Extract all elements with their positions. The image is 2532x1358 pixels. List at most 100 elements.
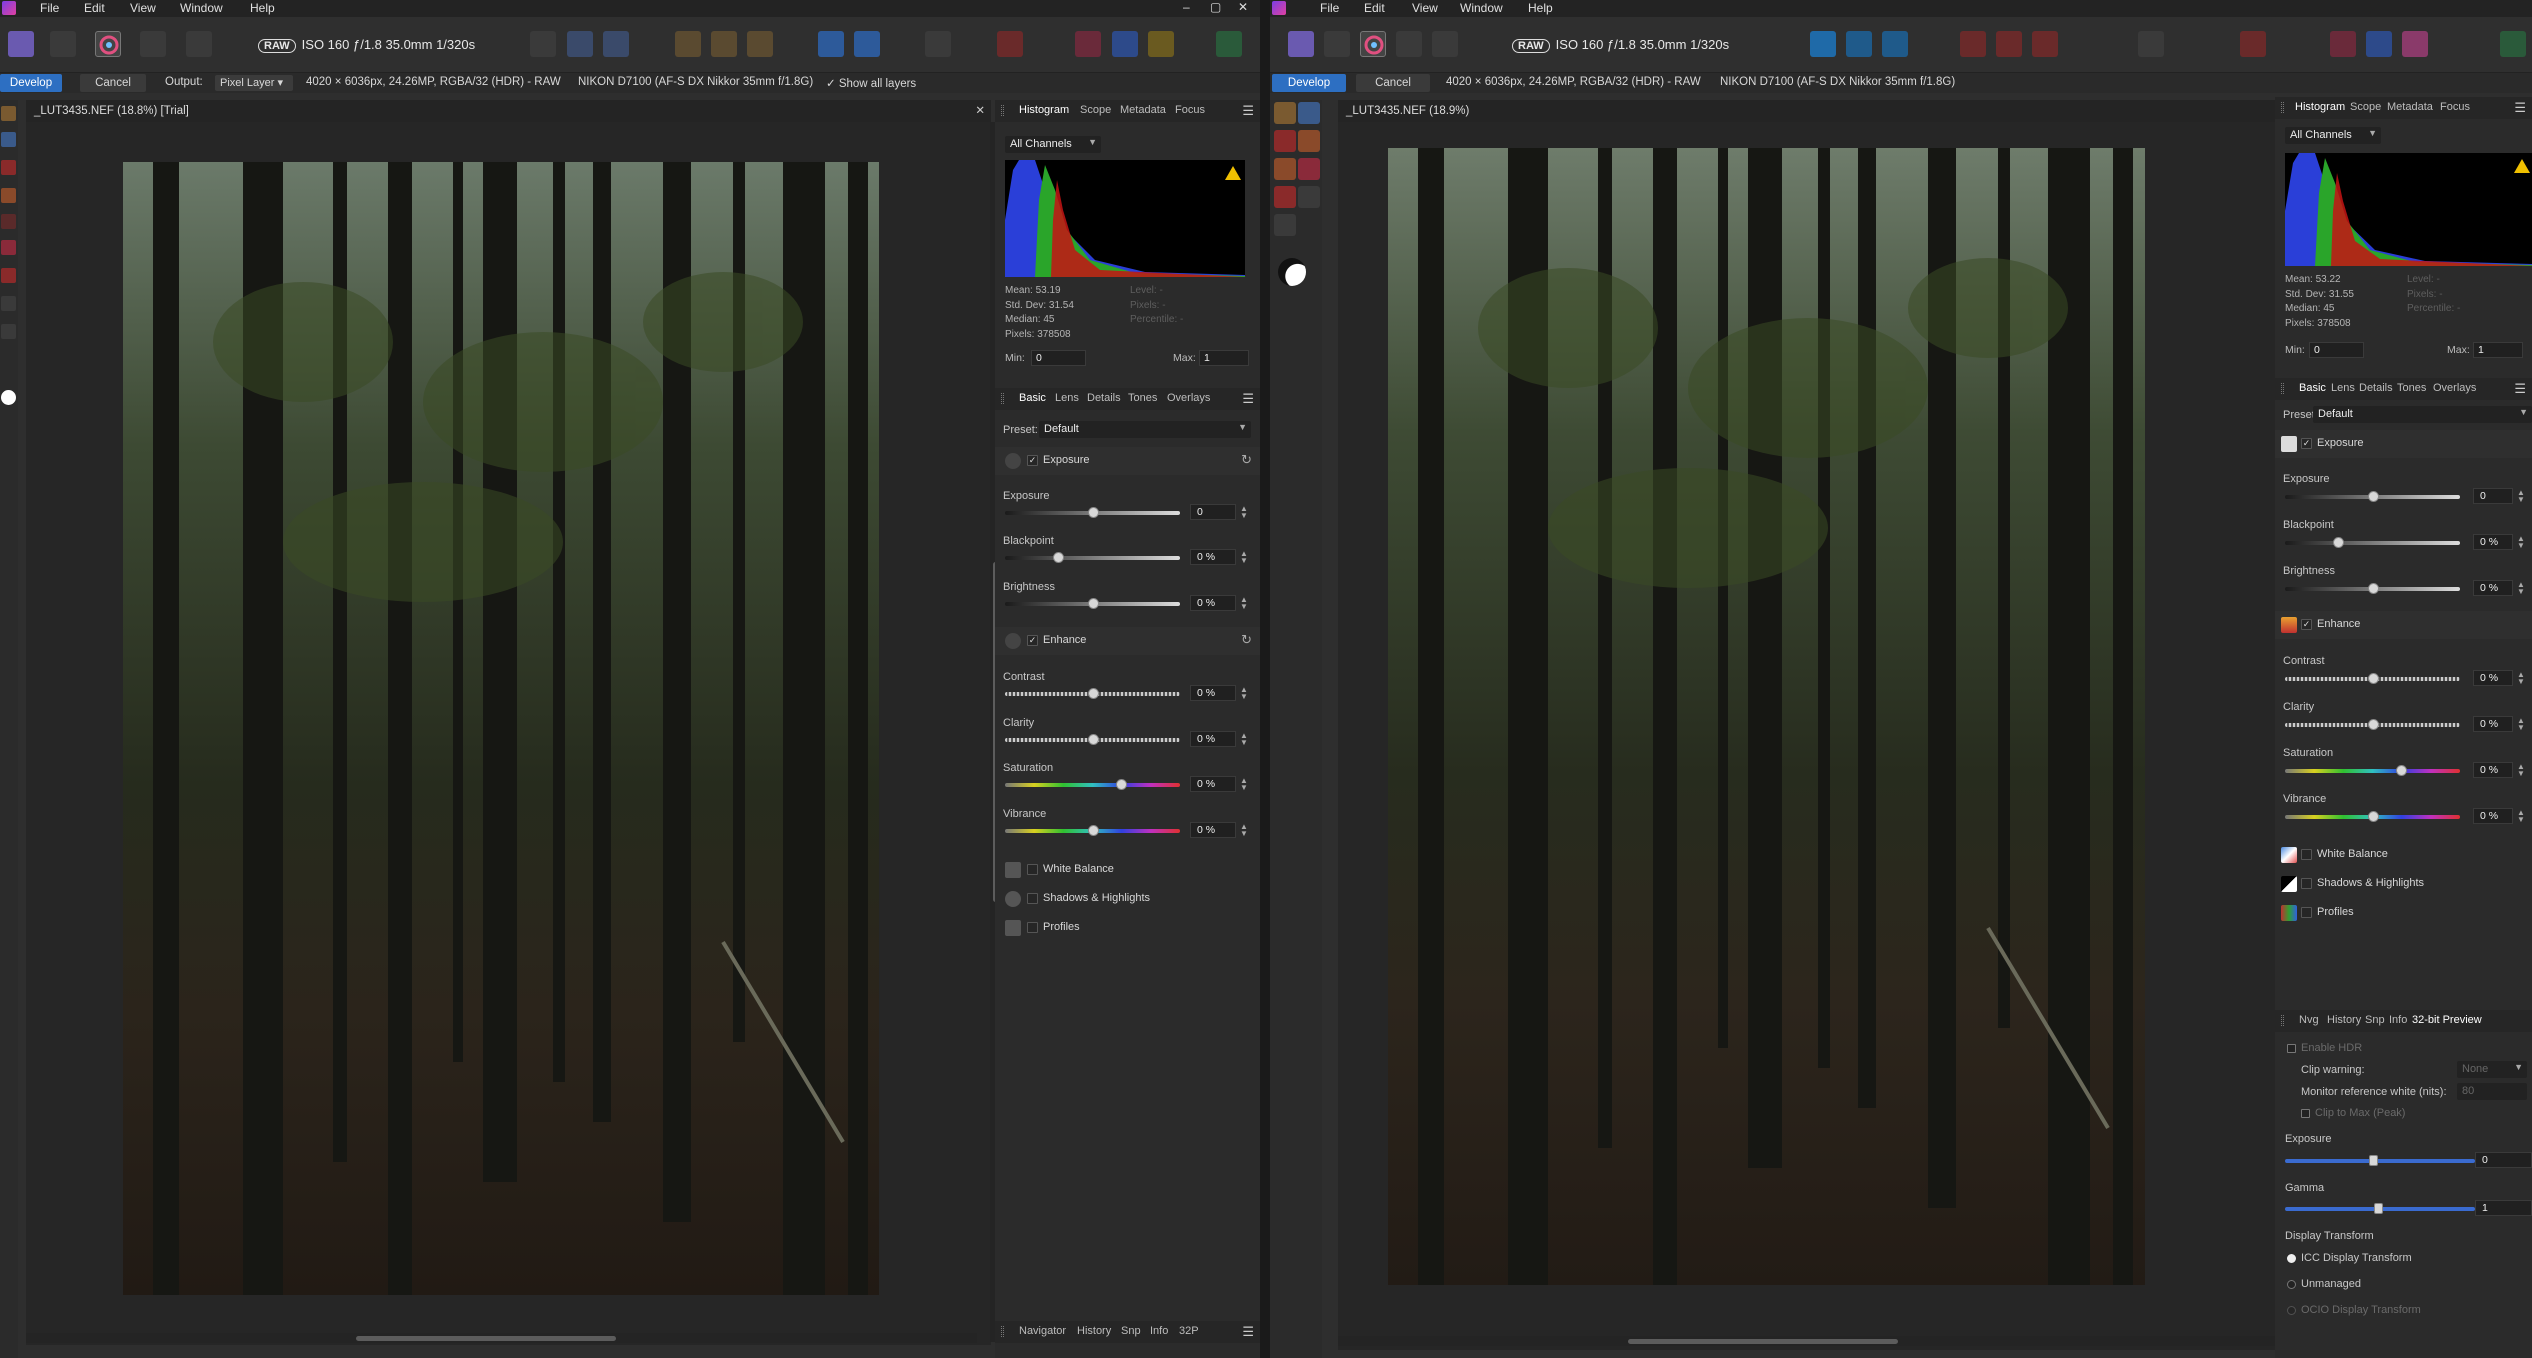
snapshot-icon[interactable] [854, 31, 880, 57]
slider-value-input[interactable]: 0 [2473, 488, 2513, 504]
white-balance-checkbox[interactable] [1027, 864, 1038, 875]
slider-knob[interactable] [2332, 537, 2344, 548]
menu-view[interactable]: View [130, 1, 156, 15]
slider-knob[interactable] [1087, 825, 1099, 836]
brush-tool-icon[interactable] [1274, 158, 1296, 180]
slider-value-input[interactable]: 0 % [2473, 808, 2513, 824]
slider-track[interactable] [1005, 734, 1180, 745]
tone-map-persona-icon[interactable] [140, 31, 166, 57]
exposure-checkbox[interactable]: ✓ [2301, 438, 2312, 449]
menu-file[interactable]: File [40, 1, 59, 15]
slider-track[interactable] [2285, 719, 2460, 730]
hand-tool-icon[interactable] [1274, 102, 1296, 124]
slider-track[interactable] [2285, 491, 2460, 502]
slider-value-input[interactable]: 0 % [1190, 822, 1236, 838]
panel-grip-icon[interactable] [2281, 102, 2284, 113]
spin-arrows-icon[interactable]: ▲ ▼ [2517, 581, 2525, 596]
tab-focus[interactable]: Focus [1175, 104, 1205, 116]
user-icon[interactable] [1216, 31, 1242, 57]
tab-metadata[interactable]: Metadata [1120, 104, 1166, 116]
tab-overlays[interactable]: Overlays [2433, 382, 2476, 394]
monitor-reference-input[interactable]: 80 [2457, 1083, 2527, 1100]
mirror-view-icon[interactable] [603, 31, 629, 57]
preset-dropdown[interactable]: Default ▼ [2313, 406, 2532, 423]
clone-tool-icon[interactable] [1, 214, 16, 229]
info-icon[interactable] [2138, 31, 2164, 57]
spin-arrows-icon[interactable]: ▲ ▼ [2517, 535, 2525, 550]
tab-history[interactable]: History [2327, 1014, 2361, 1026]
tab-focus[interactable]: Focus [2440, 101, 2470, 113]
forest-photo[interactable] [123, 162, 879, 1295]
tab-snapshots[interactable]: Snp [1121, 1325, 1141, 1337]
shadows-highlights-checkbox[interactable] [2301, 878, 2312, 889]
preview-exposure-slider[interactable] [2285, 1155, 2475, 1166]
maximize-icon[interactable]: ▢ [1210, 0, 1221, 14]
export-persona-icon[interactable] [186, 31, 212, 57]
enable-hdr-checkbox[interactable] [2287, 1044, 2296, 1053]
tab-32-bit-preview[interactable]: 32P [1179, 1325, 1199, 1337]
tab-lens[interactable]: Lens [2331, 382, 2355, 394]
preview-gamma-slider[interactable] [2285, 1203, 2475, 1214]
quickmask-icon[interactable] [1075, 31, 1101, 57]
red-eye-tool-icon[interactable] [1274, 130, 1296, 152]
tab-overlays[interactable]: Overlays [1167, 392, 1210, 404]
color-swatch-icon[interactable] [1278, 258, 1306, 286]
blemish-tool-icon[interactable] [1, 188, 16, 203]
view-icon[interactable] [530, 31, 556, 57]
user-icon[interactable] [2500, 31, 2526, 57]
clip-to-max-checkbox[interactable] [2301, 1109, 2310, 1118]
clip-highlights-icon[interactable] [747, 31, 773, 57]
cancel-button[interactable]: Cancel [1356, 74, 1430, 92]
max-input[interactable]: 1 [2473, 342, 2523, 358]
slider-track[interactable] [1005, 552, 1180, 563]
spin-arrows-icon[interactable]: ▲ ▼ [1240, 823, 1248, 838]
white-balance-section[interactable]: White Balance [2275, 841, 2532, 869]
menu-file[interactable]: File [1320, 1, 1339, 15]
hand-tool-icon[interactable] [1, 106, 16, 121]
menu-edit[interactable]: Edit [84, 1, 105, 15]
slider-value-input[interactable]: 0 % [1190, 549, 1236, 565]
slider-value-input[interactable]: 0 % [1190, 731, 1236, 747]
shadows-highlights-checkbox[interactable] [1027, 893, 1038, 904]
slider-track[interactable] [1005, 507, 1180, 518]
mirror-view-icon[interactable] [1882, 31, 1908, 57]
slider-knob[interactable] [1087, 688, 1099, 699]
selection-icon[interactable] [2366, 31, 2392, 57]
reset-icon[interactable]: ↻ [1241, 452, 1252, 468]
red-eye-tool-icon[interactable] [1, 160, 16, 175]
panel-grip-icon[interactable] [1001, 1326, 1004, 1337]
preview-gamma-knob[interactable] [2374, 1203, 2383, 1214]
slider-knob[interactable] [1115, 779, 1127, 790]
white-balance-checkbox[interactable] [2301, 849, 2312, 860]
spin-arrows-icon[interactable]: ▲ ▼ [2517, 809, 2525, 824]
panel-menu-icon[interactable]: ☰ [2514, 381, 2526, 397]
white-balance-section[interactable]: White Balance [995, 856, 1260, 884]
spin-arrows-icon[interactable]: ▲ ▼ [1240, 550, 1248, 565]
reset-icon[interactable]: ↻ [1241, 632, 1252, 648]
tab-navigator[interactable]: Nvg [2299, 1014, 2319, 1026]
clip-warning-dropdown[interactable]: None ▼ [2457, 1061, 2527, 1078]
tab-info[interactable]: Info [1150, 1325, 1168, 1337]
develop-button[interactable]: Develop [1272, 74, 1346, 92]
spin-arrows-icon[interactable]: ▲ ▼ [1240, 686, 1248, 701]
close-window-icon[interactable]: ✕ [1238, 0, 1248, 14]
slider-knob[interactable] [2367, 491, 2379, 502]
share-icon[interactable] [1432, 31, 1458, 57]
slider-track[interactable] [2285, 765, 2460, 776]
pin-icon[interactable] [2240, 31, 2266, 57]
photo-persona-icon[interactable] [1288, 31, 1314, 57]
panel-menu-icon[interactable]: ☰ [1242, 103, 1254, 119]
enhance-section[interactable]: ✓ Enhance [2275, 611, 2532, 639]
slider-value-input[interactable]: 0 % [1190, 685, 1236, 701]
develop-button[interactable]: Develop [0, 74, 62, 92]
exposure-section[interactable]: ✓ Exposure ↻ [995, 447, 1260, 475]
slider-value-input[interactable]: 0 % [1190, 595, 1236, 611]
tab-scope[interactable]: Scope [2350, 101, 2381, 113]
horizontal-scroll-thumb[interactable] [356, 1336, 616, 1341]
tab-history[interactable]: History [1077, 1325, 1111, 1337]
panel-grip-icon[interactable] [2281, 383, 2284, 394]
panel-grip-icon[interactable] [1001, 393, 1004, 404]
spin-arrows-icon[interactable]: ▲ ▼ [2517, 489, 2525, 504]
spin-arrows-icon[interactable]: ▲ ▼ [1240, 777, 1248, 792]
tab-info[interactable]: Info [2389, 1014, 2407, 1026]
